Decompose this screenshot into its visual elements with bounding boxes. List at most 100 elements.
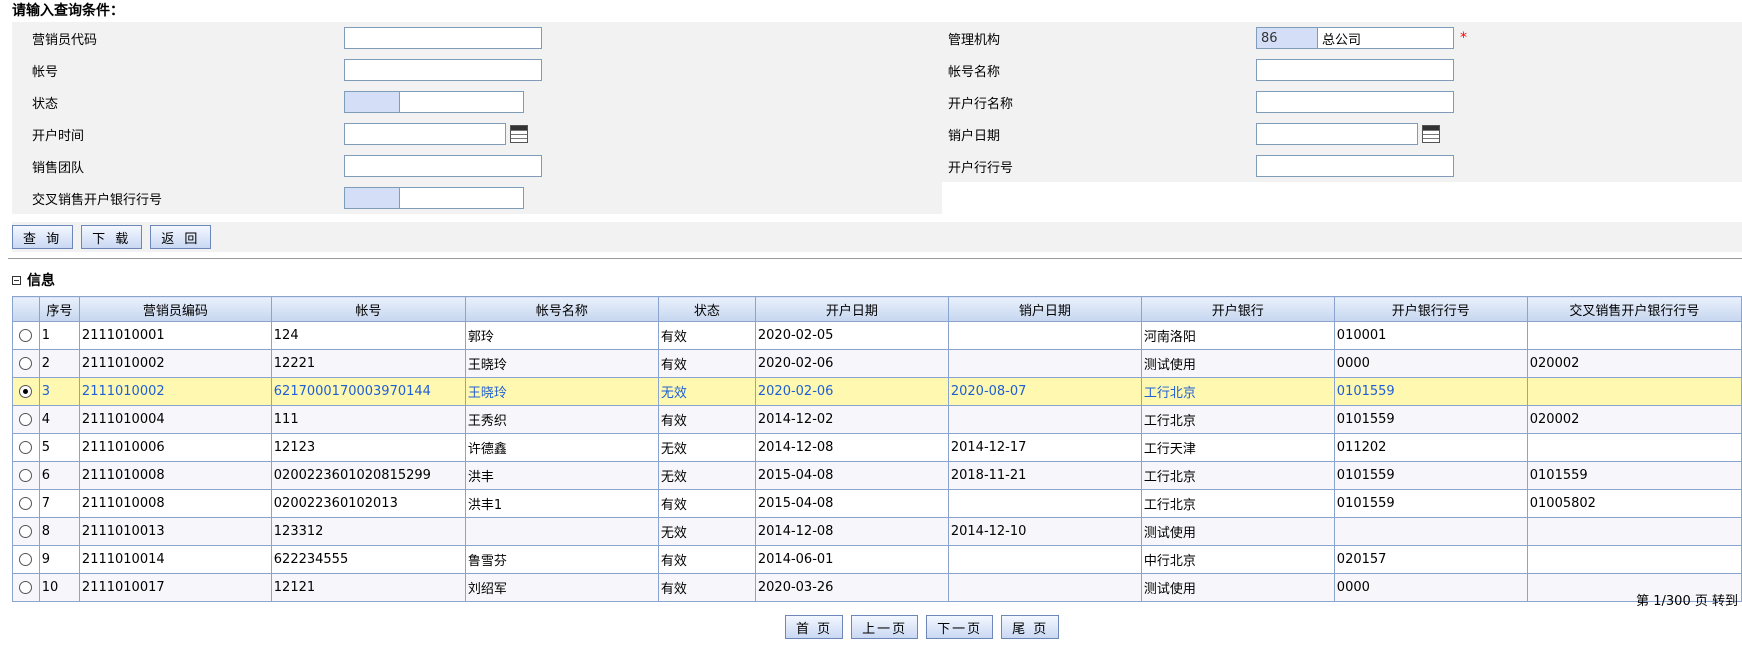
collapse-icon[interactable] <box>12 275 21 285</box>
required-mark: * <box>1460 30 1467 46</box>
mgmt-org-name-input[interactable] <box>1318 27 1454 49</box>
mgmt-org-code-input[interactable] <box>1256 27 1318 49</box>
open-date-label: 开户时间 <box>12 118 344 150</box>
close-date-label: 销户日期 <box>942 118 1256 150</box>
cell-account: 6217000170003970144 <box>270 377 466 406</box>
row-radio-cell[interactable] <box>12 377 40 406</box>
next-page-button[interactable]: 下一页 <box>926 615 994 639</box>
account-name-label: 帐号名称 <box>942 54 1256 86</box>
cell-bank-no: 0101559 <box>1333 489 1528 518</box>
row-radio-cell[interactable] <box>12 321 40 350</box>
cell-bank-no: 0101559 <box>1333 405 1528 434</box>
table-row[interactable]: 9 2111010014 622234555 鲁雪芬 有效 2014-06-01 中行北京 0… <box>12 545 1742 574</box>
cell-name: 郭玲 <box>464 321 659 350</box>
cell-status: 无效 <box>657 461 756 490</box>
table-row[interactable]: 10 2111010017 12121 刘绍军 有效 2020-03-26 测试使用 0000 <box>12 573 1742 602</box>
close-date-input[interactable] <box>1256 123 1418 145</box>
status-name-input[interactable] <box>400 91 524 113</box>
cell-code: 2111010008 <box>78 461 272 490</box>
table-row[interactable]: 1 2111010001 124 郭玲 有效 2020-02-05 河南洛阳 010001 <box>12 321 1742 350</box>
column-header: 营销员编码 <box>78 296 272 322</box>
cell-bank-no <box>1333 517 1528 546</box>
table-row[interactable]: 2 2111010002 12221 王晓玲 有效 2020-02-06 测试使用 0000 0… <box>12 349 1742 378</box>
table-row[interactable]: 4 2111010004 111 王秀织 有效 2014-12-02 工行北京 0101559… <box>12 405 1742 434</box>
calendar-icon[interactable] <box>1422 125 1440 143</box>
cell-name <box>464 517 659 546</box>
table-row[interactable]: 7 2111010008 020022360102013 洪丰1 有效 2015-04-0… <box>12 489 1742 518</box>
row-radio[interactable] <box>19 413 32 426</box>
cell-no: 8 <box>38 517 80 546</box>
cross-bank-code-input[interactable] <box>344 187 400 209</box>
table-row[interactable]: 8 2111010013 123312 无效 2014-12-08 2014-12-10 测… <box>12 517 1742 546</box>
cell-status: 无效 <box>657 517 756 546</box>
row-radio[interactable] <box>19 357 32 370</box>
account-name-input[interactable] <box>1256 59 1454 81</box>
cell-name: 刘绍军 <box>464 573 659 602</box>
open-date-input[interactable] <box>344 123 506 145</box>
table-row[interactable]: 5 2111010006 12123 许德鑫 无效 2014-12-08 2014-12-1… <box>12 433 1742 462</box>
cell-no: 6 <box>38 461 80 490</box>
row-radio[interactable] <box>19 385 32 398</box>
query-title: 请输入查询条件： <box>12 3 124 19</box>
cell-open: 2020-02-05 <box>754 321 949 350</box>
bank-name-input[interactable] <box>1256 91 1454 113</box>
table-row[interactable]: 6 2111010008 0200223601020815299 洪丰 无效 2015-0… <box>12 461 1742 490</box>
sales-team-label: 销售团队 <box>12 150 344 182</box>
row-radio[interactable] <box>19 553 32 566</box>
download-button[interactable]: 下 载 <box>81 225 143 249</box>
bank-code-input[interactable] <box>1256 155 1454 177</box>
column-header: 开户日期 <box>754 296 949 322</box>
cell-bank: 测试使用 <box>1140 573 1335 602</box>
agent-code-input[interactable] <box>344 27 542 49</box>
cell-close <box>947 573 1142 602</box>
row-radio[interactable] <box>19 581 32 594</box>
row-radio-cell[interactable] <box>12 461 40 490</box>
last-page-button[interactable]: 尾 页 <box>1001 615 1060 639</box>
status-code-input[interactable] <box>344 91 400 113</box>
action-bar: 查 询 下 载 返 回 <box>12 222 1742 252</box>
cell-account: 12121 <box>270 573 466 602</box>
cell-open: 2014-06-01 <box>754 545 949 574</box>
account-no-input[interactable] <box>344 59 542 81</box>
cell-bank-no: 0101559 <box>1333 461 1528 490</box>
row-radio-cell[interactable] <box>12 489 40 518</box>
cell-open: 2020-02-06 <box>754 377 949 406</box>
row-radio-cell[interactable] <box>12 433 40 462</box>
cell-no: 9 <box>38 545 80 574</box>
cross-bank-name-input[interactable] <box>400 187 524 209</box>
cell-account: 12221 <box>270 349 466 378</box>
row-radio-cell[interactable] <box>12 545 40 574</box>
back-button[interactable]: 返 回 <box>150 225 212 249</box>
row-radio[interactable] <box>19 497 32 510</box>
row-radio-cell[interactable] <box>12 517 40 546</box>
column-header: 开户银行行号 <box>1333 296 1528 322</box>
prev-page-button[interactable]: 上一页 <box>851 615 919 639</box>
info-section-header[interactable]: 信息 <box>12 270 55 290</box>
sales-team-input[interactable] <box>344 155 542 177</box>
cell-cross <box>1526 545 1742 574</box>
row-radio[interactable] <box>19 469 32 482</box>
cell-close <box>947 489 1142 518</box>
row-radio-cell[interactable] <box>12 573 40 602</box>
row-radio-cell[interactable] <box>12 405 40 434</box>
cell-code: 2111010002 <box>78 377 272 406</box>
mgmt-org-label: 管理机构 <box>942 22 1256 54</box>
row-radio[interactable] <box>19 329 32 342</box>
agent-code-label: 营销员代码 <box>12 22 344 54</box>
row-radio-cell[interactable] <box>12 349 40 378</box>
cell-bank: 工行北京 <box>1140 405 1335 434</box>
cell-status: 无效 <box>657 377 756 406</box>
cell-bank-no: 020157 <box>1333 545 1528 574</box>
cell-close <box>947 405 1142 434</box>
cell-bank-no: 0101559 <box>1333 377 1528 406</box>
row-radio[interactable] <box>19 525 32 538</box>
first-page-button[interactable]: 首 页 <box>785 615 844 639</box>
calendar-icon[interactable] <box>510 125 528 143</box>
query-button[interactable]: 查 询 <box>12 225 74 249</box>
cell-open: 2014-12-08 <box>754 433 949 462</box>
cell-no: 3 <box>38 377 80 406</box>
table-row[interactable]: 3 2111010002 6217000170003970144 王晓玲 无效 2020-… <box>12 377 1742 406</box>
cell-open: 2014-12-08 <box>754 517 949 546</box>
row-radio[interactable] <box>19 441 32 454</box>
cell-cross: 01005802 <box>1526 489 1742 518</box>
